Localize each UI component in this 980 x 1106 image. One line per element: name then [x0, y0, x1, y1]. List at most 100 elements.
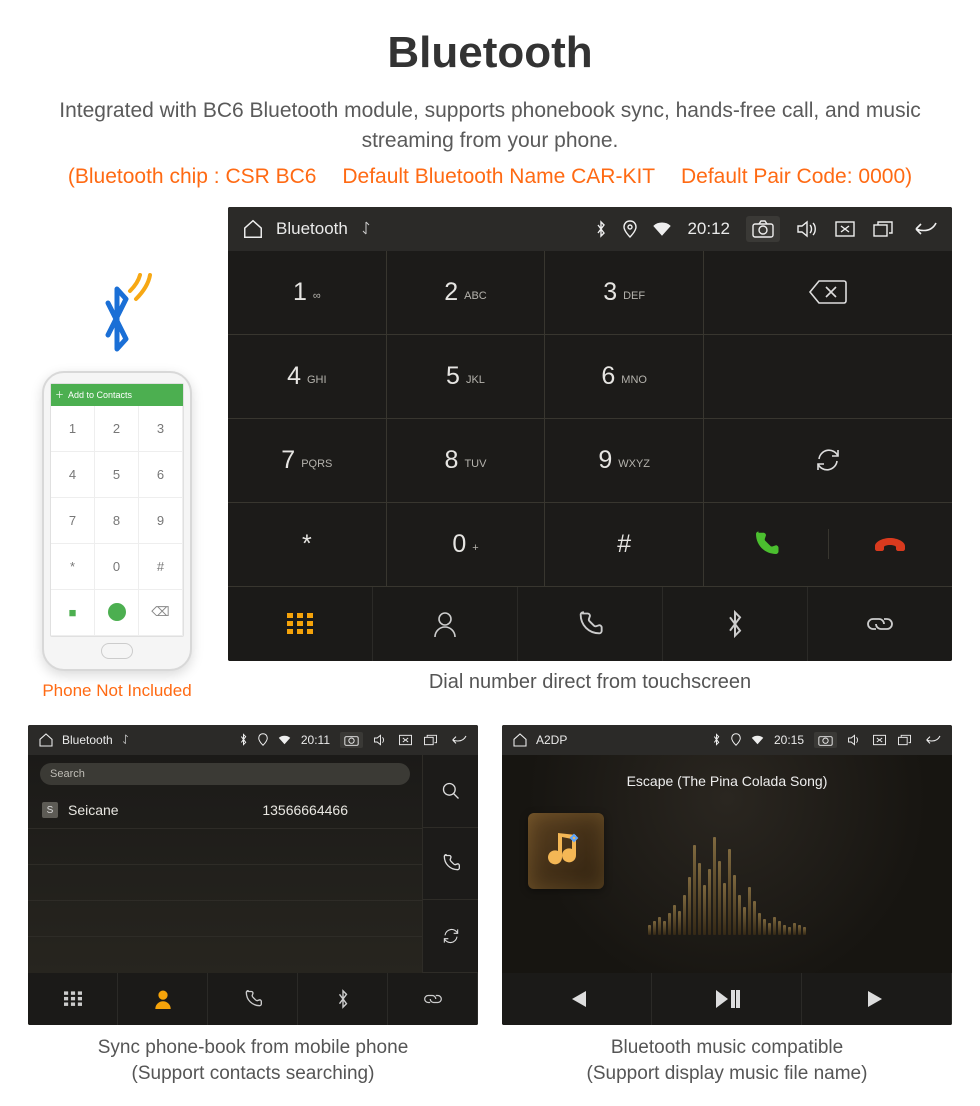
- key-5[interactable]: 5JKL: [387, 335, 546, 419]
- bottom-tabbar: [228, 587, 952, 661]
- close-window-icon[interactable]: [834, 220, 856, 238]
- page-title: Bluetooth: [28, 28, 952, 78]
- spec-code: Default Pair Code: 0000): [681, 165, 912, 188]
- home-icon[interactable]: [512, 732, 528, 748]
- empty-slot: [704, 335, 952, 419]
- next-track-button[interactable]: [802, 973, 952, 1025]
- location-icon: [258, 733, 268, 746]
- dialer-screen: Bluetooth 20:12 1∞2ABC3: [228, 207, 952, 661]
- location-icon: [623, 220, 637, 238]
- music-app-name: A2DP: [536, 733, 567, 747]
- key-9[interactable]: 9WXYZ: [545, 419, 704, 503]
- bluetooth-illustration: [28, 267, 206, 363]
- contacts-search[interactable]: Search: [40, 763, 410, 785]
- contact-row-empty: [28, 937, 422, 973]
- camera-icon[interactable]: [814, 732, 837, 748]
- contact-initial: S: [42, 802, 58, 818]
- camera-icon[interactable]: [746, 216, 780, 242]
- status-app-name: Bluetooth: [276, 219, 348, 239]
- key-0[interactable]: 0+: [387, 503, 546, 587]
- music-screen: A2DP 20:15 Escape (The Pina Colada: [502, 725, 952, 1025]
- home-icon[interactable]: [38, 732, 54, 748]
- phone-caption: Phone Not Included: [28, 681, 206, 701]
- music-time: 20:15: [774, 733, 804, 747]
- close-window-icon[interactable]: [398, 734, 413, 746]
- status-time: 20:12: [687, 219, 730, 239]
- key-1[interactable]: 1∞: [228, 251, 387, 335]
- bluetooth-status-icon: [239, 733, 248, 746]
- music-status-bar: A2DP 20:15: [502, 725, 952, 755]
- tab-link[interactable]: [808, 587, 952, 661]
- dialer-caption: Dial number direct from touchscreen: [228, 671, 952, 694]
- equalizer-visual: [648, 825, 806, 935]
- contact-row-empty: [28, 901, 422, 937]
- key-2[interactable]: 2ABC: [387, 251, 546, 335]
- tab-keypad[interactable]: [28, 973, 118, 1025]
- contacts-time: 20:11: [301, 733, 330, 747]
- contact-number: 13566664466: [262, 802, 348, 818]
- wifi-icon: [751, 735, 764, 745]
- tab-recent-calls[interactable]: [518, 587, 663, 661]
- tab-keypad[interactable]: [228, 587, 373, 661]
- sync-button[interactable]: [704, 419, 952, 503]
- play-pause-button[interactable]: [652, 973, 802, 1025]
- tab-recent-calls[interactable]: [208, 973, 298, 1025]
- key-#[interactable]: #: [545, 503, 704, 587]
- phone-mockup: ＋ Add to Contacts 123 456 789 *0# ■ ⌫: [42, 371, 192, 671]
- contact-row-empty: [28, 829, 422, 865]
- contact-row[interactable]: S Seicane 13566664466: [28, 793, 422, 829]
- dial-keypad: 1∞2ABC3DEF 4GHI5JKL6MNO 7PQRS8TUV9WXYZ *0+#: [228, 251, 704, 587]
- volume-icon[interactable]: [373, 734, 388, 746]
- contacts-app-name: Bluetooth: [62, 733, 113, 747]
- wifi-icon: [278, 735, 291, 745]
- track-title: Escape (The Pina Colada Song): [627, 773, 828, 789]
- usb-icon: [121, 734, 130, 746]
- close-window-icon[interactable]: [872, 734, 887, 746]
- back-icon[interactable]: [448, 734, 468, 746]
- contacts-screen: Bluetooth 20:11: [28, 725, 478, 1025]
- key-3[interactable]: 3DEF: [545, 251, 704, 335]
- camera-icon[interactable]: [340, 732, 363, 748]
- key-7[interactable]: 7PQRS: [228, 419, 387, 503]
- bluetooth-status-icon: [595, 220, 607, 238]
- key-4[interactable]: 4GHI: [228, 335, 387, 419]
- volume-icon[interactable]: [847, 734, 862, 746]
- spec-line: (Bluetooth chip : CSR BC6 Default Blueto…: [28, 165, 952, 189]
- side-call-button[interactable]: [423, 828, 478, 901]
- key-6[interactable]: 6MNO: [545, 335, 704, 419]
- tab-link[interactable]: [388, 973, 478, 1025]
- contact-row-empty: [28, 865, 422, 901]
- tab-bluetooth[interactable]: [663, 587, 808, 661]
- spec-chip: (Bluetooth chip : CSR BC6: [68, 165, 317, 188]
- recent-apps-icon[interactable]: [897, 734, 912, 746]
- status-bar: Bluetooth 20:12: [228, 207, 952, 251]
- phone-add-contacts-bar: ＋ Add to Contacts: [51, 384, 183, 406]
- contacts-caption: Sync phone-book from mobile phone (Suppo…: [28, 1035, 478, 1086]
- album-art-icon: [528, 813, 604, 889]
- usb-icon: [360, 221, 372, 237]
- home-icon[interactable]: [242, 218, 264, 240]
- recent-apps-icon[interactable]: [423, 734, 438, 746]
- tab-bluetooth[interactable]: [298, 973, 388, 1025]
- key-*[interactable]: *: [228, 503, 387, 587]
- tab-contacts[interactable]: [373, 587, 518, 661]
- contact-name: Seicane: [68, 802, 119, 818]
- music-caption: Bluetooth music compatible (Support disp…: [502, 1035, 952, 1086]
- backspace-button[interactable]: [704, 251, 952, 335]
- prev-track-button[interactable]: [502, 973, 652, 1025]
- side-sync-button[interactable]: [423, 900, 478, 973]
- key-8[interactable]: 8TUV: [387, 419, 546, 503]
- back-icon[interactable]: [910, 220, 938, 238]
- back-icon[interactable]: [922, 734, 942, 746]
- spec-name: Default Bluetooth Name CAR-KIT: [342, 165, 655, 188]
- recent-apps-icon[interactable]: [872, 220, 894, 238]
- side-search-button[interactable]: [423, 755, 478, 828]
- call-end-button[interactable]: [829, 532, 953, 556]
- tab-contacts-active[interactable]: [118, 973, 208, 1025]
- volume-icon[interactable]: [796, 220, 818, 238]
- phone-column: ＋ Add to Contacts 123 456 789 *0# ■ ⌫ Ph…: [28, 207, 206, 701]
- call-answer-button[interactable]: [704, 529, 829, 559]
- wifi-icon: [653, 222, 671, 236]
- subtitle: Integrated with BC6 Bluetooth module, su…: [50, 96, 930, 157]
- contacts-status-bar: Bluetooth 20:11: [28, 725, 478, 755]
